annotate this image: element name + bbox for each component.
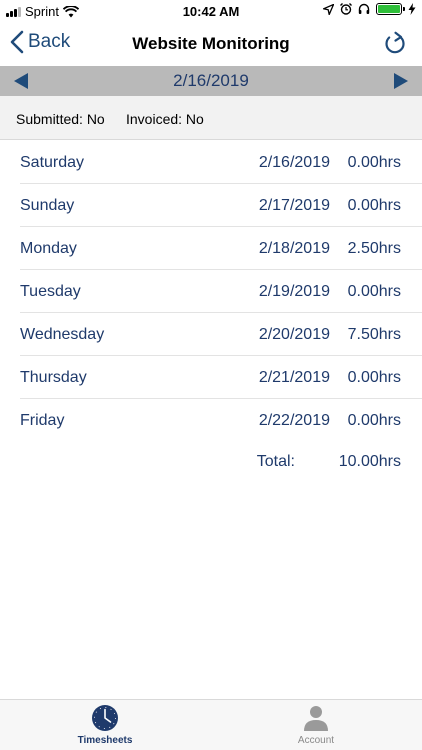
- day-row-friday[interactable]: Friday 2/22/2019 0.00hrs: [20, 399, 422, 442]
- battery-icon: [376, 3, 405, 15]
- status-right: [323, 3, 416, 15]
- day-date: 2/21/2019: [258, 369, 330, 386]
- alarm-icon: [340, 3, 352, 15]
- day-date: 2/20/2019: [258, 326, 330, 343]
- status-bar: Sprint 10:42 AM: [0, 0, 422, 22]
- charging-icon: [408, 3, 416, 15]
- status-info-bar: Submitted: No Invoiced: No: [0, 96, 422, 140]
- day-date: 2/22/2019: [258, 412, 330, 429]
- day-date: 2/19/2019: [258, 283, 330, 300]
- day-hours: 2.50hrs: [347, 240, 401, 257]
- week-start-date: 2/16/2019: [173, 71, 249, 90]
- tab-label: Account: [297, 735, 335, 746]
- day-list: Saturday 2/16/2019 0.00hrs Sunday 2/17/2…: [0, 141, 422, 442]
- day-date: 2/18/2019: [258, 240, 330, 257]
- total-label: Total:: [256, 453, 295, 470]
- day-row-sunday[interactable]: Sunday 2/17/2019 0.00hrs: [20, 184, 422, 227]
- day-hours: 0.00hrs: [347, 412, 401, 429]
- invoiced-status: Invoiced: No: [126, 111, 204, 127]
- total-hours: 10.00hrs: [338, 453, 401, 470]
- person-icon: [304, 706, 328, 731]
- back-button[interactable]: Back: [10, 30, 70, 54]
- day-name: Tuesday: [20, 283, 81, 300]
- nav-bar: Back Website Monitoring: [0, 22, 422, 66]
- day-row-thursday[interactable]: Thursday 2/21/2019 0.00hrs: [20, 356, 422, 399]
- back-label: Back: [28, 31, 71, 52]
- day-date: 2/16/2019: [258, 154, 330, 171]
- tab-account[interactable]: Account: [256, 704, 376, 746]
- clock-icon: [92, 705, 118, 731]
- tab-label: Timesheets: [77, 735, 133, 746]
- day-hours: 0.00hrs: [347, 154, 401, 171]
- day-name: Wednesday: [20, 326, 105, 343]
- next-week-arrow-icon[interactable]: [392, 72, 410, 90]
- chevron-left-icon: [10, 30, 24, 54]
- day-hours: 0.00hrs: [347, 283, 401, 300]
- date-navigator: 2/16/2019: [0, 66, 422, 96]
- day-row-saturday[interactable]: Saturday 2/16/2019 0.00hrs: [20, 141, 422, 184]
- location-icon: [323, 3, 334, 15]
- day-name: Monday: [20, 240, 77, 257]
- submitted-status: Submitted: No: [16, 111, 105, 127]
- day-hours: 0.00hrs: [347, 369, 401, 386]
- refresh-icon[interactable]: [382, 31, 408, 57]
- day-row-wednesday[interactable]: Wednesday 2/20/2019 7.50hrs: [20, 313, 422, 356]
- total-row: Total: 10.00hrs: [0, 451, 422, 475]
- day-name: Sunday: [20, 197, 75, 214]
- tab-bar: Timesheets Account: [0, 699, 422, 750]
- day-name: Saturday: [20, 154, 85, 171]
- headphones-icon: [358, 3, 370, 14]
- day-hours: 0.00hrs: [347, 197, 401, 214]
- day-row-tuesday[interactable]: Tuesday 2/19/2019 0.00hrs: [20, 270, 422, 313]
- tab-timesheets[interactable]: Timesheets: [45, 704, 165, 746]
- day-name: Thursday: [20, 369, 87, 386]
- day-name: Friday: [20, 412, 65, 429]
- day-row-monday[interactable]: Monday 2/18/2019 2.50hrs: [20, 227, 422, 270]
- day-hours: 7.50hrs: [347, 326, 401, 343]
- day-date: 2/17/2019: [258, 197, 330, 214]
